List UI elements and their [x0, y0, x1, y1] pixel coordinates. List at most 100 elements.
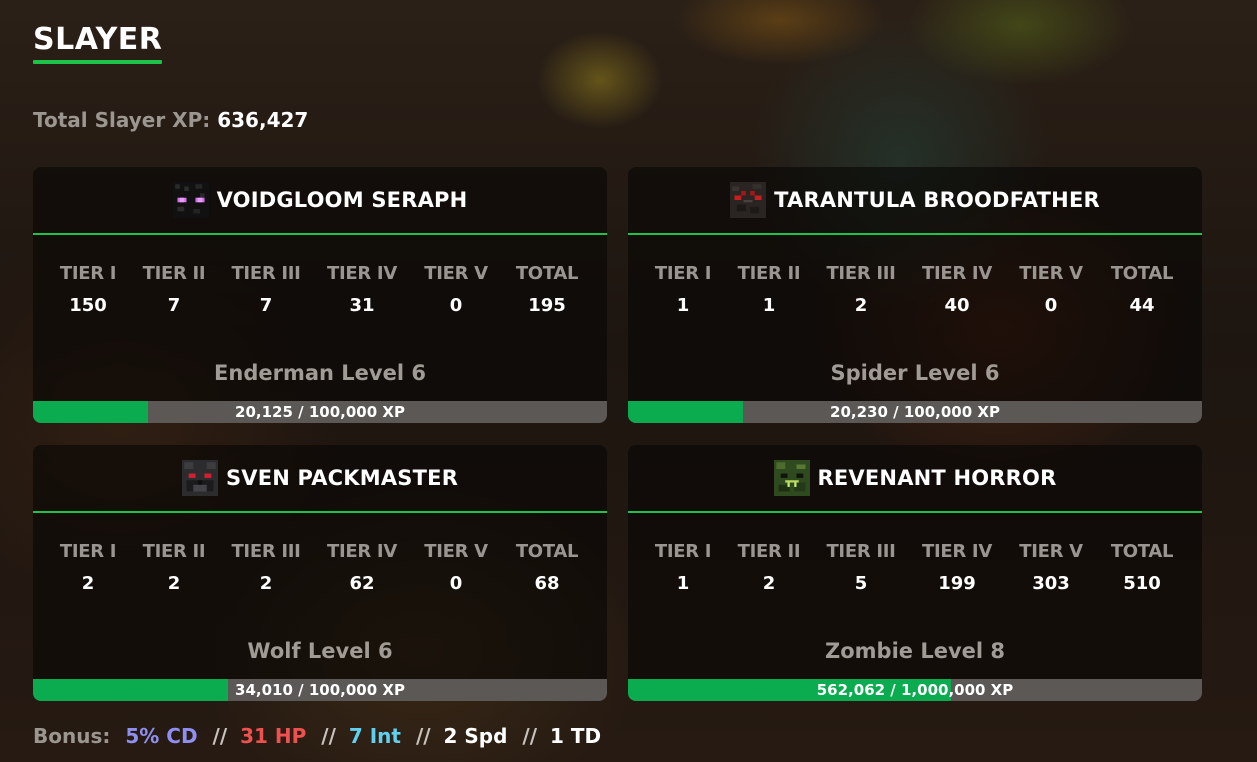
bonus-crit-damage: 5% CD [125, 724, 198, 748]
xp-progress-bar: 562,062 / 1,000,000 XP [628, 679, 1202, 701]
tier-total-stat: TOTAL 68 [497, 541, 597, 594]
xp-progress-bar: 20,125 / 100,000 XP [33, 401, 607, 423]
tier-total-stat: TOTAL 510 [1092, 541, 1192, 594]
tier-value: 7 [259, 295, 273, 316]
total-xp-label: Total Slayer XP: [33, 108, 211, 132]
tier-value: 0 [1044, 295, 1058, 316]
tier-value: 5 [854, 573, 868, 594]
tier-value: 62 [349, 573, 375, 594]
tier-1-stat: TIER I 150 [38, 263, 138, 316]
tier-label: TIER I [654, 263, 712, 284]
slayer-name: REVENANT HORROR [817, 466, 1057, 490]
card-header: SVEN PACKMASTER [33, 445, 607, 513]
tier-4-stat: TIER IV 199 [907, 541, 1007, 594]
tier-label: TIER III [826, 541, 896, 562]
tier-3-stat: TIER III 7 [216, 263, 316, 316]
tier-value: 2 [259, 573, 273, 594]
tier-label: TIER II [737, 541, 801, 562]
tier-value: 150 [69, 295, 107, 316]
tier-label: TOTAL [515, 541, 579, 562]
tier-value: 195 [528, 295, 566, 316]
tier-label: TIER V [424, 263, 488, 284]
spider-head-icon [730, 182, 767, 218]
tier-stats: TIER I 150 TIER II 7 TIER III 7 TIER IV 31 T… [33, 263, 607, 323]
tier-5-stat: TIER V 0 [406, 263, 506, 316]
tier-label: TIER III [826, 263, 896, 284]
xp-progress-text: 20,230 / 100,000 XP [830, 403, 1000, 421]
tier-value: 68 [534, 573, 560, 594]
tier-value: 2 [81, 573, 95, 594]
slayer-name: VOIDGLOOM SERAPH [216, 188, 468, 212]
tier-label: TIER III [231, 263, 301, 284]
card-header: REVENANT HORROR [628, 445, 1202, 513]
tier-1-stat: TIER I 2 [38, 541, 138, 594]
enderman-head-icon [172, 182, 209, 218]
tier-value: 2 [762, 573, 776, 594]
xp-progress-bar: 34,010 / 100,000 XP [33, 679, 607, 701]
tier-label: TIER I [654, 541, 712, 562]
tier-label: TIER I [59, 541, 117, 562]
bonus-true-defense: 1 TD [549, 724, 602, 748]
tier-value: 2 [167, 573, 181, 594]
tier-4-stat: TIER IV 62 [312, 541, 412, 594]
tier-value: 1 [762, 295, 776, 316]
tier-value: 40 [944, 295, 970, 316]
tier-label: TOTAL [515, 263, 579, 284]
tier-label: TIER IV [327, 541, 397, 562]
tier-value: 303 [1032, 573, 1070, 594]
tier-total-stat: TOTAL 44 [1092, 263, 1192, 316]
tier-label: TOTAL [1110, 541, 1174, 562]
bonus-separator: // [321, 724, 336, 748]
tier-stats: TIER I 1 TIER II 1 TIER III 2 TIER IV 40 TIE… [628, 263, 1202, 323]
tier-label: TIER IV [922, 263, 992, 284]
tier-5-stat: TIER V 303 [1001, 541, 1101, 594]
card-header: TARANTULA BROODFATHER [628, 167, 1202, 235]
tier-3-stat: TIER III 2 [811, 263, 911, 316]
tier-2-stat: TIER II 2 [719, 541, 819, 594]
tier-total-stat: TOTAL 195 [497, 263, 597, 316]
tier-5-stat: TIER V 0 [1001, 263, 1101, 316]
tier-3-stat: TIER III 2 [216, 541, 316, 594]
tier-label: TIER II [142, 263, 206, 284]
slayer-name: TARANTULA BROODFATHER [774, 188, 1100, 212]
tier-label: TIER II [737, 263, 801, 284]
tier-value: 7 [167, 295, 181, 316]
xp-progress-bar: 20,230 / 100,000 XP [628, 401, 1202, 423]
tier-value: 0 [449, 295, 463, 316]
slayer-level: Enderman Level 6 [214, 361, 426, 385]
zombie-head-icon [773, 460, 810, 496]
bonus-label: Bonus: [33, 724, 111, 748]
tier-label: TIER III [231, 541, 301, 562]
tier-5-stat: TIER V 0 [406, 541, 506, 594]
slayer-card-voidgloom: VOIDGLOOM SERAPH TIER I 150 TIER II 7 TIER… [33, 167, 607, 423]
bonus-separator: // [415, 724, 431, 748]
bonus-speed: 2 Spd [443, 724, 508, 748]
total-slayer-xp: Total Slayer XP: 636,427 [33, 108, 308, 132]
slayer-card-revenant: REVENANT HORROR TIER I 1 TIER II 2 TIER II… [628, 445, 1202, 701]
tier-value: 0 [449, 573, 463, 594]
tier-value: 510 [1123, 573, 1161, 594]
slayer-bonus: Bonus: 5% CD // 31 HP // 7 Int // 2 Spd … [33, 724, 605, 748]
slayer-level: Wolf Level 6 [247, 639, 393, 663]
tier-value: 199 [938, 573, 976, 594]
tier-label: TOTAL [1110, 263, 1174, 284]
slayer-level: Zombie Level 8 [825, 639, 1005, 663]
tier-value: 44 [1129, 295, 1155, 316]
tier-4-stat: TIER IV 40 [907, 263, 1007, 316]
tier-label: TIER V [1019, 541, 1083, 562]
xp-progress-text: 20,125 / 100,000 XP [235, 403, 405, 421]
slayer-name: SVEN PACKMASTER [225, 466, 459, 490]
tier-label: TIER V [424, 541, 488, 562]
tier-value: 31 [349, 295, 375, 316]
tier-value: 1 [676, 295, 690, 316]
wolf-head-icon [181, 460, 218, 496]
slayer-level: Spider Level 6 [830, 361, 1000, 385]
total-xp-value: 636,427 [217, 108, 309, 132]
tier-label: TIER IV [327, 263, 397, 284]
tier-1-stat: TIER I 1 [633, 263, 733, 316]
tier-label: TIER V [1019, 263, 1083, 284]
bonus-intelligence: 7 Int [348, 724, 401, 748]
bonus-separator: // [212, 724, 228, 748]
tier-stats: TIER I 2 TIER II 2 TIER III 2 TIER IV 62 TIE… [33, 541, 607, 601]
title-underline [33, 60, 162, 64]
